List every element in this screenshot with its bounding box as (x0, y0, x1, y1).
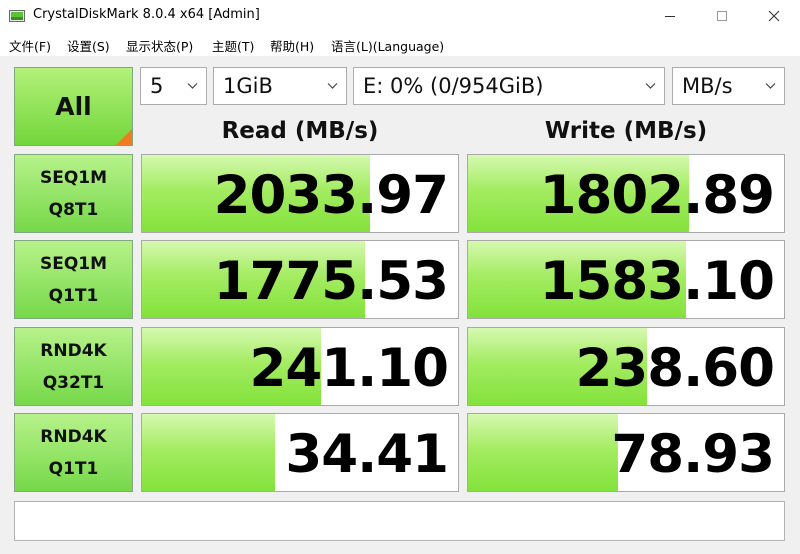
read-column-header: Read (MB/s) (221, 118, 379, 144)
write-column-header: Write (MB/s) (544, 118, 708, 144)
test-count-value: 5 (150, 74, 164, 98)
test-label-line1: SEQ1M (39, 167, 108, 188)
close-button[interactable] (748, 0, 800, 32)
chevron-down-icon (645, 83, 656, 89)
test-label-line2: Q8T1 (48, 199, 99, 220)
test-label-line1: SEQ1M (39, 253, 108, 274)
minimize-icon (665, 16, 675, 17)
write-value: 1802.89 (539, 165, 775, 226)
read-result-rnd4k-q1t1: 34.41 (141, 413, 459, 492)
write-result-rnd4k-q1t1: 78.93 (467, 413, 785, 492)
chevron-down-icon (327, 83, 338, 89)
read-bar (142, 414, 275, 491)
unit-value: MB/s (682, 74, 733, 98)
read-value: 2033.97 (213, 165, 449, 226)
rnd4k-q32t1-button[interactable]: RND4K Q32T1 (14, 327, 133, 406)
menu-settings[interactable]: 设置(S) (67, 36, 110, 55)
test-label-line2: Q1T1 (48, 458, 99, 479)
read-result-rnd4k-q32t1: 241.10 (141, 327, 459, 406)
write-value: 238.60 (575, 338, 775, 399)
write-result-rnd4k-q32t1: 238.60 (467, 327, 785, 406)
write-result-seq1m-q1t1: 1583.10 (467, 240, 785, 319)
app-icon (9, 10, 25, 22)
maximize-icon (717, 11, 727, 21)
chevron-down-icon (765, 83, 776, 89)
minimize-button[interactable] (644, 0, 696, 32)
comment-input[interactable] (14, 501, 785, 541)
unit-select[interactable]: MB/s (672, 67, 785, 105)
test-count-select[interactable]: 5 (140, 67, 207, 105)
test-label-line1: RND4K (40, 340, 107, 361)
read-value: 241.10 (249, 338, 449, 399)
menu-help[interactable]: 帮助(H) (270, 36, 314, 55)
seq1m-q1t1-button[interactable]: SEQ1M Q1T1 (14, 240, 133, 319)
corner-marker (116, 129, 132, 145)
seq1m-q8t1-button[interactable]: SEQ1M Q8T1 (14, 154, 133, 233)
menu-display-status[interactable]: 显示状态(P) (126, 36, 193, 55)
drive-select[interactable]: E: 0% (0/954GiB) (353, 67, 665, 105)
test-label-line2: Q1T1 (48, 285, 99, 306)
test-size-value: 1GiB (223, 74, 273, 98)
write-result-seq1m-q8t1: 1802.89 (467, 154, 785, 233)
read-result-seq1m-q8t1: 2033.97 (141, 154, 459, 233)
menu-theme[interactable]: 主题(T) (212, 36, 254, 55)
write-value: 1583.10 (539, 251, 775, 312)
test-label-line2: Q32T1 (42, 372, 105, 393)
chevron-down-icon (187, 83, 198, 89)
write-value: 78.93 (611, 424, 775, 485)
menu-file[interactable]: 文件(F) (9, 36, 51, 55)
window-title: CrystalDiskMark 8.0.4 x64 [Admin] (33, 7, 260, 22)
write-bar (468, 414, 619, 491)
read-value: 1775.53 (213, 251, 449, 312)
close-icon (768, 10, 780, 22)
title-bar: CrystalDiskMark 8.0.4 x64 [Admin] (0, 0, 800, 32)
read-value: 34.41 (285, 424, 449, 485)
test-size-select[interactable]: 1GiB (213, 67, 347, 105)
read-result-seq1m-q1t1: 1775.53 (141, 240, 459, 319)
maximize-button[interactable] (696, 0, 748, 32)
test-label-line1: RND4K (40, 426, 107, 447)
rnd4k-q1t1-button[interactable]: RND4K Q1T1 (14, 413, 133, 492)
all-button-label: All (55, 92, 92, 121)
drive-value: E: 0% (0/954GiB) (363, 74, 544, 98)
menu-bar: 文件(F) 设置(S) 显示状态(P) 主题(T) 帮助(H) 语言(L)(La… (0, 32, 800, 56)
all-button[interactable]: All (14, 67, 133, 146)
menu-language[interactable]: 语言(L)(Language) (331, 36, 444, 55)
